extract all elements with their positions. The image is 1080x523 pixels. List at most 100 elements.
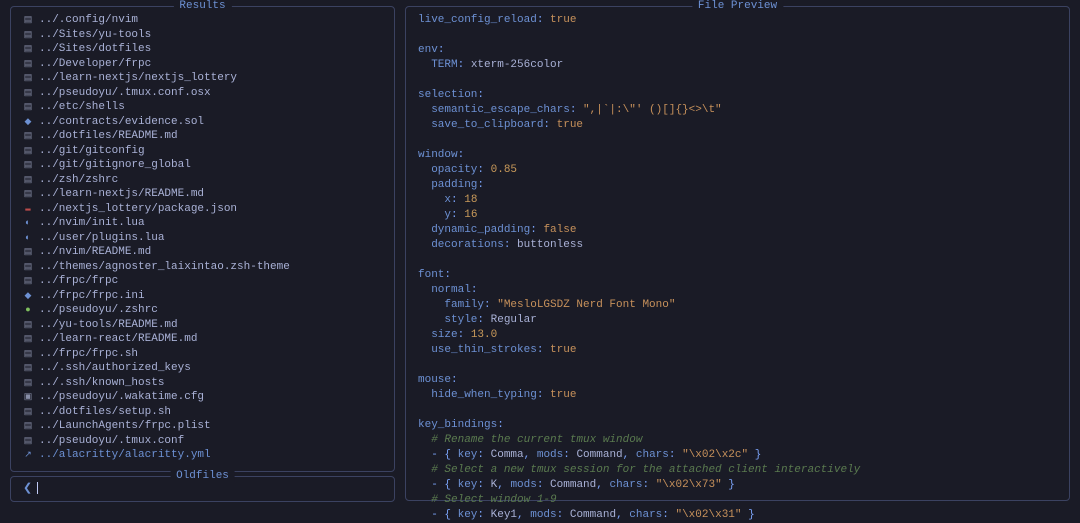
file-path: ../git/gitconfig xyxy=(39,144,145,159)
file-icon: ▤ xyxy=(23,434,33,449)
file-path: ../Developer/frpc xyxy=(39,57,151,72)
list-item[interactable]: ◆ ../contracts/evidence.sol xyxy=(23,115,382,130)
file-path: ../frpc/frpc.sh xyxy=(39,347,138,362)
list-item[interactable]: ▤ ../.ssh/authorized_keys xyxy=(23,361,382,376)
file-icon: ▤ xyxy=(23,376,33,391)
file-icon: ▤ xyxy=(23,129,33,144)
file-icon: ▤ xyxy=(23,405,33,420)
file-path: ../yu-tools/README.md xyxy=(39,318,178,333)
file-path: ../learn-nextjs/nextjs_lottery xyxy=(39,71,237,86)
list-item[interactable]: ▤ ../dotfiles/README.md xyxy=(23,129,382,144)
file-icon: ▤ xyxy=(23,86,33,101)
file-icon: ▤ xyxy=(23,57,33,72)
file-icon: ▤ xyxy=(23,42,33,57)
file-icon: ↗ xyxy=(23,448,33,463)
file-path: ../Sites/dotfiles xyxy=(39,42,151,57)
preview-content: live_config_reload: true env: TERM: xter… xyxy=(418,13,1057,523)
file-icon: ▤ xyxy=(23,274,33,289)
file-icon: ▤ xyxy=(23,100,33,115)
file-icon: ▬ xyxy=(23,202,33,217)
oldfiles-panel: Oldfiles ❮ xyxy=(10,476,395,502)
file-icon: ▤ xyxy=(23,173,33,188)
list-item[interactable]: ◐ ../nvim/init.lua xyxy=(23,216,382,231)
file-path: ../nvim/init.lua xyxy=(39,216,145,231)
list-item[interactable]: ▤ ../pseudoyu/.tmux.conf xyxy=(23,434,382,449)
file-path: ../.ssh/authorized_keys xyxy=(39,361,191,376)
list-item[interactable]: ▤ ../git/gitignore_global xyxy=(23,158,382,173)
file-path: ../pseudoyu/.tmux.conf xyxy=(39,434,184,449)
list-item[interactable]: ▤ ../themes/agnoster_laixintao.zsh-theme xyxy=(23,260,382,275)
list-item[interactable]: ● ../pseudoyu/.zshrc xyxy=(23,303,382,318)
file-icon: ▤ xyxy=(23,158,33,173)
file-path: ../learn-react/README.md xyxy=(39,332,197,347)
file-path: ../etc/shells xyxy=(39,100,125,115)
file-icon: ◆ xyxy=(23,115,33,130)
file-icon: ● xyxy=(23,303,33,318)
file-icon: ▤ xyxy=(23,260,33,275)
list-item[interactable]: ▤ ../learn-nextjs/README.md xyxy=(23,187,382,202)
list-item[interactable]: ▤ ../frpc/frpc xyxy=(23,274,382,289)
list-item[interactable]: ▬ ../nextjs_lottery/package.json xyxy=(23,202,382,217)
file-path: ../user/plugins.lua xyxy=(39,231,164,246)
file-path: ../pseudoyu/.tmux.conf.osx xyxy=(39,86,211,101)
list-item[interactable]: ▤ ../learn-react/README.md xyxy=(23,332,382,347)
file-icon: ▣ xyxy=(23,390,33,405)
file-path: ../.config/nvim xyxy=(39,13,138,28)
preview-title: File Preview xyxy=(692,0,783,12)
file-icon: ◐ xyxy=(23,231,33,246)
list-item[interactable]: ▤ ../frpc/frpc.sh xyxy=(23,347,382,362)
file-path: ../dotfiles/setup.sh xyxy=(39,405,171,420)
file-path: ../Sites/yu-tools xyxy=(39,28,151,43)
list-item[interactable]: ▤ ../.config/nvim xyxy=(23,13,382,28)
file-path: ../dotfiles/README.md xyxy=(39,129,178,144)
results-list[interactable]: ▤ ../.config/nvim ▤ ../Sites/yu-tools ▤ ../Si… xyxy=(23,13,382,463)
file-path: ../themes/agnoster_laixintao.zsh-theme xyxy=(39,260,290,275)
file-path: ../nextjs_lottery/package.json xyxy=(39,202,237,217)
list-item[interactable]: ▤ ../Sites/dotfiles xyxy=(23,42,382,57)
list-item[interactable]: ↗ ../alacritty/alacritty.yml xyxy=(23,448,382,463)
list-item[interactable]: ▤ ../.ssh/known_hosts xyxy=(23,376,382,391)
file-path: ../frpc/frpc xyxy=(39,274,118,289)
list-item[interactable]: ▤ ../Sites/yu-tools xyxy=(23,28,382,43)
file-icon: ▤ xyxy=(23,187,33,202)
file-preview-panel: File Preview live_config_reload: true en… xyxy=(405,6,1070,501)
list-item[interactable]: ▤../learn-nextjs/nextjs_lottery xyxy=(23,71,382,86)
file-icon: ▤ xyxy=(23,318,33,333)
results-title: Results xyxy=(173,0,231,12)
file-icon: ▤ xyxy=(23,28,33,43)
file-icon: ▤ xyxy=(23,361,33,376)
file-path: ../frpc/frpc.ini xyxy=(39,289,145,304)
list-item[interactable]: ▤ ../yu-tools/README.md xyxy=(23,318,382,333)
list-item[interactable]: ▤ ../pseudoyu/.tmux.conf.osx xyxy=(23,86,382,101)
file-icon: ▤ xyxy=(23,419,33,434)
file-path: ../pseudoyu/.zshrc xyxy=(39,303,158,318)
file-path: ../git/gitignore_global xyxy=(39,158,191,173)
list-item[interactable]: ◐ ../user/plugins.lua xyxy=(23,231,382,246)
file-path: ../contracts/evidence.sol xyxy=(39,115,204,130)
file-path: ../zsh/zshrc xyxy=(39,173,118,188)
file-icon: ▤ xyxy=(23,347,33,362)
list-item[interactable]: ▤ ../Developer/frpc xyxy=(23,57,382,72)
list-item[interactable]: ▣ ../pseudoyu/.wakatime.cfg xyxy=(23,390,382,405)
file-path: ../learn-nextjs/README.md xyxy=(39,187,204,202)
file-icon: ▤ xyxy=(23,144,33,159)
results-panel: Results ▤../.config/nvim▤../Sites/yu-too… xyxy=(10,6,395,472)
file-path: ../.ssh/known_hosts xyxy=(39,376,164,391)
list-item[interactable]: ▤ ../etc/shells xyxy=(23,100,382,115)
list-item[interactable]: ▤ ../LaunchAgents/frpc.plist xyxy=(23,419,382,434)
list-item[interactable]: ▤ ../git/gitconfig xyxy=(23,144,382,159)
list-item[interactable]: ◆ ../frpc/frpc.ini xyxy=(23,289,382,304)
list-item[interactable]: ▤ ../zsh/zshrc xyxy=(23,173,382,188)
file-icon: ◆ xyxy=(23,289,33,304)
file-path: ../nvim/README.md xyxy=(39,245,151,260)
file-icon: ▤ xyxy=(23,245,33,260)
oldfiles-title: Oldfiles xyxy=(170,470,235,482)
file-path: ../LaunchAgents/frpc.plist xyxy=(39,419,211,434)
list-item[interactable]: ▤ ../nvim/README.md xyxy=(23,245,382,260)
file-icon: ▤ xyxy=(23,13,33,28)
file-icon: ◐ xyxy=(23,216,33,231)
list-item[interactable]: ▤ ../dotfiles/setup.sh xyxy=(23,405,382,420)
file-path: ../pseudoyu/.wakatime.cfg xyxy=(39,390,204,405)
file-icon: ▤ xyxy=(23,332,33,347)
file-path: ../alacritty/alacritty.yml xyxy=(39,448,211,463)
